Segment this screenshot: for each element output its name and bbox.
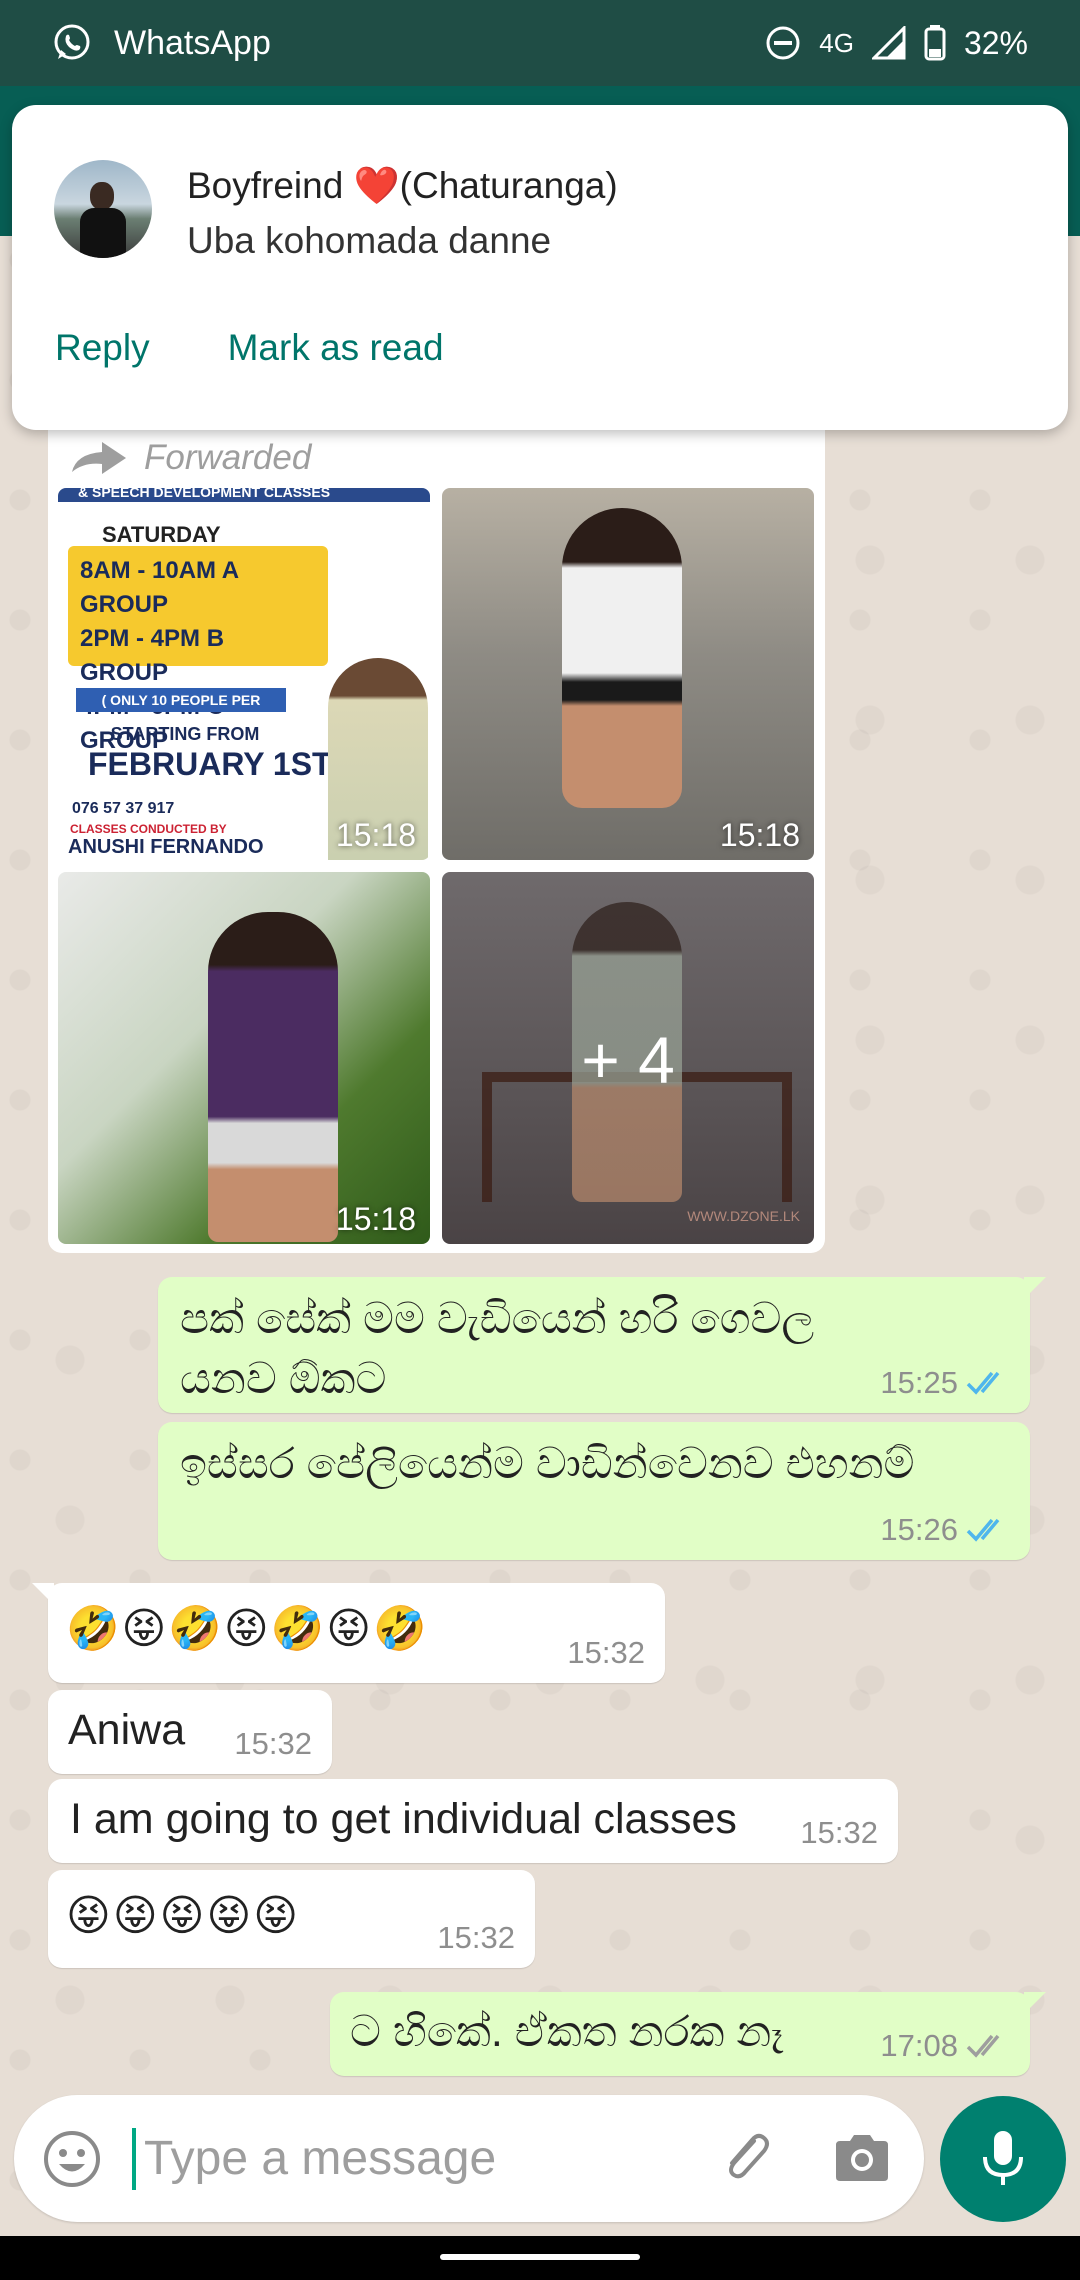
album-image-2[interactable]: 15:18 bbox=[442, 488, 814, 860]
camera-icon[interactable] bbox=[832, 2129, 892, 2185]
battery-icon bbox=[924, 25, 946, 61]
flyer-limit: ( ONLY 10 PEOPLE PER GROUP ) bbox=[76, 688, 286, 732]
sender-avatar bbox=[54, 160, 152, 258]
whatsapp-icon bbox=[54, 24, 90, 60]
flyer-phone: 076 57 37 917 bbox=[72, 800, 175, 817]
photo-figure bbox=[208, 912, 338, 1242]
message-notification[interactable]: Boyfreind ❤️(Chaturanga) Uba kohomada da… bbox=[12, 105, 1068, 430]
image-timestamp: 15:18 bbox=[335, 817, 416, 853]
message-time: 15:26 bbox=[880, 1512, 958, 1547]
flyer-conducted: CLASSES CONDUCTED BY bbox=[70, 822, 227, 836]
system-nav-bar bbox=[0, 2236, 1080, 2280]
signal-icon bbox=[871, 26, 906, 60]
album-image-3[interactable]: 15:18 bbox=[58, 872, 430, 1244]
message-text: I am going to get individual classes bbox=[70, 1795, 737, 1843]
flyer-slot-2: 2PM - 4PM B GROUP bbox=[80, 625, 225, 686]
battery-percent: 32% bbox=[963, 24, 1028, 61]
message-bubble-outgoing[interactable]: ඉස්සර පේලියෙන්ම වාඩින්වෙනව එහනම් 15:26 bbox=[158, 1422, 1030, 1560]
message-input[interactable] bbox=[144, 2123, 684, 2193]
message-bubble-incoming[interactable]: I am going to get individual classes 15:… bbox=[48, 1779, 898, 1863]
flyer-day: SATURDAY bbox=[102, 522, 221, 547]
message-time: 17:08 bbox=[880, 2028, 958, 2063]
network-label: 4G bbox=[819, 27, 854, 58]
image-watermark: WWW.DZONE.LK bbox=[687, 1208, 800, 1224]
status-app: WhatsApp bbox=[52, 23, 271, 63]
voice-record-button[interactable] bbox=[940, 2096, 1066, 2222]
message-input-bar bbox=[14, 2095, 924, 2222]
status-bar: WhatsApp 4G 32% bbox=[0, 0, 1080, 86]
message-text: ඉස්සර පේලියෙන්ම වාඩින්වෙනව එහනම් bbox=[180, 1440, 915, 1488]
message-bubble-incoming[interactable]: 😝😝😝😝😝 15:32 bbox=[48, 1870, 535, 1968]
forward-arrow-icon bbox=[72, 442, 126, 474]
reply-button[interactable]: Reply bbox=[55, 327, 150, 369]
message-time: 15:32 bbox=[567, 1635, 645, 1670]
message-time: 15:25 bbox=[880, 1365, 958, 1400]
message-bubble-incoming[interactable]: Aniwa 15:32 bbox=[48, 1690, 332, 1774]
sender-nickname: (Chaturanga) bbox=[399, 165, 618, 206]
mark-as-read-button[interactable]: Mark as read bbox=[228, 327, 444, 369]
message-bubble-incoming[interactable]: 🤣😝🤣😝🤣😝🤣 15:32 bbox=[32, 1583, 665, 1683]
sender-name: Boyfreind bbox=[187, 165, 344, 206]
emoji-icon[interactable] bbox=[42, 2129, 102, 2189]
delivered-ticks-icon bbox=[966, 2034, 1000, 2058]
status-app-name: WhatsApp bbox=[114, 23, 271, 62]
flyer-schedule: 8AM - 10AM A GROUP 2PM - 4PM B GROUP 4PM… bbox=[68, 546, 328, 754]
read-ticks-icon bbox=[966, 1518, 1000, 1542]
flyer-date: FEBRUARY 1ST bbox=[88, 746, 332, 782]
message-time: 15:32 bbox=[437, 1920, 515, 1955]
flyer-starting: STARTING FROM bbox=[110, 724, 260, 744]
album-image-more[interactable]: + 4 WWW.DZONE.LK bbox=[442, 872, 814, 1244]
flyer-teacher: ANUSHI FERNANDO bbox=[68, 836, 264, 858]
heart-emoji: ❤️ bbox=[353, 165, 400, 206]
text-cursor bbox=[132, 2128, 136, 2190]
message-bubble-outgoing[interactable]: පක් සේක් මම වැඩියෙන් හරි ගෙවල යනව ඕකට 15… bbox=[158, 1277, 1046, 1413]
image-timestamp: 15:18 bbox=[719, 817, 800, 853]
forwarded-album-message[interactable]: Forwarded & SPEECH DEVELOPMENT CLASSES S… bbox=[48, 410, 825, 1253]
forwarded-text: Forwarded bbox=[144, 438, 312, 477]
message-time: 15:32 bbox=[800, 1815, 878, 1850]
message-bubble-outgoing[interactable]: ට හිකේ. ඒකත නරක නෑ 17:08 bbox=[330, 1992, 1046, 2076]
more-images-count: + 4 bbox=[581, 1023, 675, 1097]
message-text: පක් සේක් මම වැඩියෙන් හරි ගෙවල යනව ඕකට bbox=[180, 1295, 815, 1403]
do-not-disturb-icon bbox=[766, 26, 800, 60]
flyer-header: & SPEECH DEVELOPMENT CLASSES bbox=[78, 488, 331, 500]
image-timestamp: 15:18 bbox=[335, 1201, 416, 1237]
notification-sender: Boyfreind ❤️(Chaturanga) bbox=[187, 165, 618, 208]
forwarded-label: Forwarded bbox=[68, 438, 311, 478]
notification-message: Uba kohomada danne bbox=[187, 220, 552, 261]
flyer-slot-1: 8AM - 10AM A GROUP bbox=[80, 557, 239, 618]
home-gesture-handle[interactable] bbox=[440, 2254, 640, 2260]
message-text: 🤣😝🤣😝🤣😝🤣 bbox=[66, 1605, 429, 1653]
message-time: 15:32 bbox=[234, 1726, 312, 1761]
microphone-icon bbox=[983, 2131, 1023, 2185]
photo-figure bbox=[562, 508, 682, 808]
album-image-1[interactable]: & SPEECH DEVELOPMENT CLASSES SATURDAY 8A… bbox=[58, 488, 430, 860]
attach-icon[interactable] bbox=[714, 2125, 778, 2189]
read-ticks-icon bbox=[966, 1371, 1000, 1395]
